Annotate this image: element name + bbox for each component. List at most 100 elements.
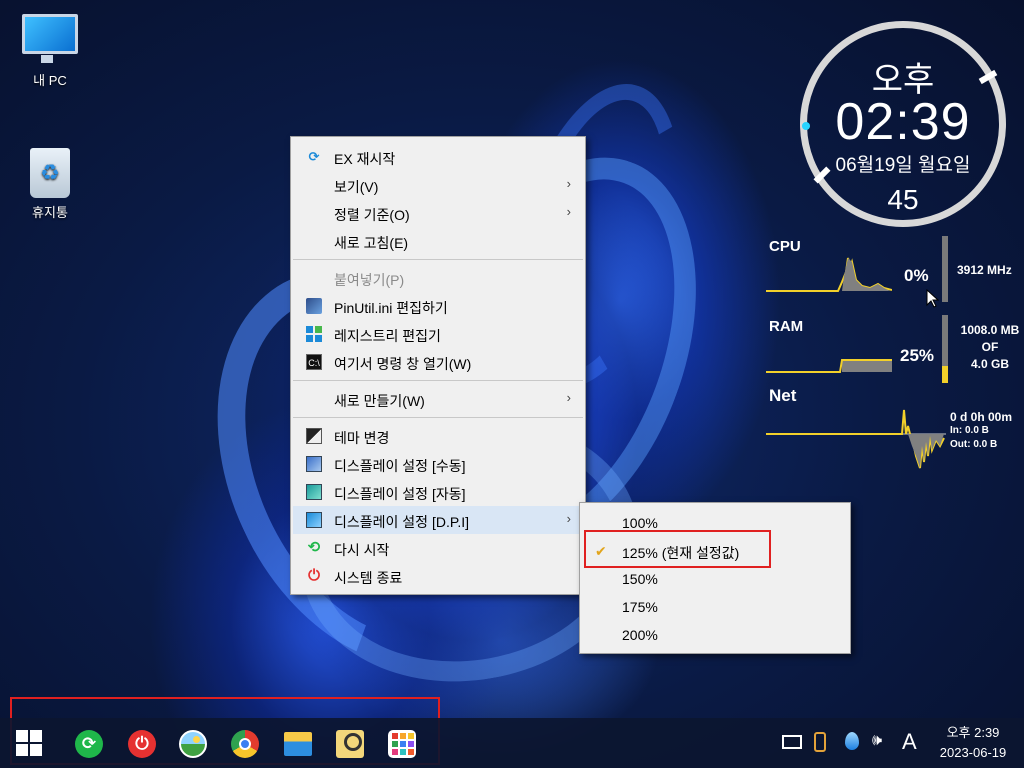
photo-icon <box>193 736 200 743</box>
check-icon: ✔ <box>595 543 607 559</box>
windows-icon-pane <box>30 744 42 756</box>
start-button[interactable] <box>16 730 42 756</box>
cpu-graph <box>766 257 892 292</box>
dpi-submenu: 100% ✔ 125% (현재 설정값) 150% 175% 200% <box>579 502 851 654</box>
dpi-option-175[interactable]: 175% <box>582 593 848 621</box>
menu-item-label: 보기(V) <box>334 179 379 195</box>
chrome-app-button[interactable] <box>231 730 259 758</box>
desktop-icon-recycle-bin[interactable]: 휴지통 <box>10 148 90 221</box>
menu-item-label: 테마 변경 <box>334 430 390 446</box>
menu-item-label: 시스템 종료 <box>334 570 403 586</box>
menu-item-refresh[interactable]: 새로 고침(E) <box>293 227 583 255</box>
desktop-icon-label: 휴지통 <box>32 205 68 220</box>
ram-detail: 1008.0 MB OF 4.0 GB <box>957 322 1023 373</box>
power-icon: ⏻ <box>135 734 149 753</box>
display-icon <box>306 512 322 528</box>
menu-item-label: 붙여넣기(P) <box>334 272 405 288</box>
clock-seconds: 45 <box>887 184 919 215</box>
ram-graph <box>766 359 892 373</box>
monitor-icon <box>22 14 78 63</box>
photos-app-button[interactable] <box>179 730 207 758</box>
menu-item-shutdown[interactable]: ⏻ 시스템 종료 <box>293 562 583 590</box>
apps-grid-cell <box>408 733 414 739</box>
apps-grid-cell <box>392 749 398 755</box>
net-uptime: 0 d 0h 00m <box>950 410 1013 424</box>
menu-item-view[interactable]: 보기(V) › <box>293 171 583 199</box>
apps-grid-cell <box>400 741 406 747</box>
net-out: Out: 0.0 B <box>950 439 998 450</box>
pinutil-icon <box>306 298 322 314</box>
net-in: In: 0.0 B <box>950 425 989 436</box>
usb-icon[interactable] <box>814 732 826 752</box>
menu-item-label: 다시 시작 <box>334 542 390 558</box>
menu-item-new[interactable]: 새로 만들기(W) › <box>293 385 583 413</box>
dpi-option-100[interactable]: 100% <box>582 509 848 537</box>
taskbar-clock[interactable]: 오후 2:39 2023-06-19 <box>930 723 1016 763</box>
registry-icon <box>306 326 322 342</box>
menu-item-label: 새로 만들기(W) <box>334 393 425 409</box>
net-label: Net <box>769 386 797 405</box>
dpi-option-label: 175% <box>622 599 658 615</box>
restart-app-button[interactable]: ⟳ <box>75 730 103 758</box>
apps-grid-icon <box>392 733 398 739</box>
apps-grid-cell <box>392 741 398 747</box>
ime-indicator[interactable]: A <box>902 729 917 755</box>
display-icon <box>306 484 322 500</box>
menu-item-sort-by[interactable]: 정렬 기준(O) › <box>293 199 583 227</box>
apps-grid-button[interactable] <box>388 730 416 758</box>
search-tool-app-button[interactable] <box>336 730 364 758</box>
menu-item-pinutil-edit[interactable]: PinUtil.ini 편집하기 <box>293 292 583 320</box>
apps-grid-cell <box>408 749 414 755</box>
menu-item-ex-restart[interactable]: ⟳ EX 재시작 <box>293 143 583 171</box>
desktop-icon-my-pc[interactable]: 내 PC <box>10 14 90 89</box>
menu-item-label: 디스플레이 설정 [자동] <box>334 486 466 502</box>
speaker-icon[interactable]: 🕪 <box>872 732 882 750</box>
apps-grid-cell <box>408 741 414 747</box>
menu-item-open-cmd[interactable]: C:\ 여기서 명령 창 열기(W) <box>293 348 583 376</box>
network-icon[interactable] <box>782 735 802 749</box>
dpi-option-label: 125% (현재 설정값) <box>622 545 740 561</box>
theme-icon <box>306 428 322 444</box>
menu-item-label: 정렬 기준(O) <box>334 207 410 223</box>
ram-label: RAM <box>769 318 804 335</box>
cpu-frequency: 3912 MHz <box>957 263 1012 277</box>
apps-grid-cell <box>400 733 406 739</box>
menu-item-display-auto[interactable]: 디스플레이 설정 [자동] <box>293 478 583 506</box>
explorer-app-button[interactable] <box>284 732 312 756</box>
menu-item-label: 여기서 명령 창 열기(W) <box>334 356 472 372</box>
menu-item-change-theme[interactable]: 테마 변경 <box>293 422 583 450</box>
clock-widget: 오후 02:39 06월19일 월요일 45 <box>800 21 1006 227</box>
dpi-option-200[interactable]: 200% <box>582 621 848 649</box>
ram-level-fill <box>942 366 948 383</box>
menu-item-restart[interactable]: ⟲ 다시 시작 <box>293 534 583 562</box>
menu-item-display-dpi[interactable]: 디스플레이 설정 [D.P.I] › <box>293 506 583 534</box>
display-icon <box>306 456 322 472</box>
net-graph <box>766 409 946 469</box>
power-app-button[interactable]: ⏻ <box>128 730 156 758</box>
net-detail: 0 d 0h 00m In: 0.0 B Out: 0.0 B <box>950 410 1012 452</box>
menu-item-display-manual[interactable]: 디스플레이 설정 [수동] <box>293 450 583 478</box>
menu-separator <box>293 259 583 260</box>
ram-of: OF <box>981 340 999 354</box>
menu-separator <box>293 380 583 381</box>
water-drop-icon[interactable] <box>845 732 859 750</box>
clock-time: 02:39 <box>835 93 971 151</box>
magnifier-icon <box>344 733 362 751</box>
menu-item-label: 디스플레이 설정 [수동] <box>334 458 466 474</box>
menu-item-registry-editor[interactable]: 레지스트리 편집기 <box>293 320 583 348</box>
dpi-option-150[interactable]: 150% <box>582 565 848 593</box>
chevron-right-icon: › <box>566 176 571 191</box>
dpi-option-125[interactable]: ✔ 125% (현재 설정값) <box>582 537 848 565</box>
refresh-icon: ⟳ <box>308 149 320 164</box>
desktop-icon-label: 내 PC <box>33 73 67 88</box>
taskbar-date: 2023-06-19 <box>939 745 1007 760</box>
restart-icon: ⟳ <box>81 734 97 753</box>
recycle-bin-icon <box>30 148 70 198</box>
menu-item-label: 레지스트리 편집기 <box>334 328 441 344</box>
menu-item-paste: 붙여넣기(P) <box>293 264 583 292</box>
dpi-option-label: 100% <box>622 515 658 531</box>
taskbar-time: 오후 2:39 <box>946 725 1000 740</box>
power-icon: ⏻ <box>308 567 320 584</box>
dpi-option-label: 150% <box>622 571 658 587</box>
chevron-right-icon: › <box>566 390 571 405</box>
